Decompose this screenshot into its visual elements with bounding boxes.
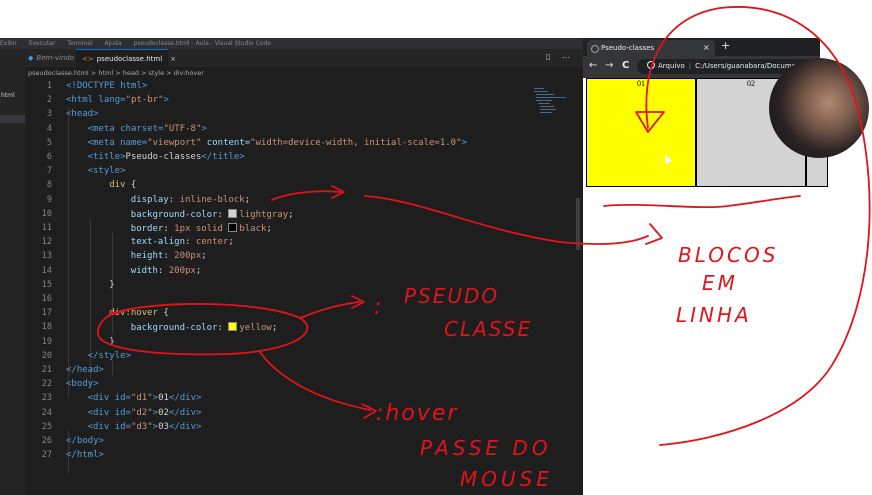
annotation-colon: :: [374, 295, 381, 320]
hover-arrowhead: [361, 403, 377, 419]
hover-curve: [259, 351, 371, 411]
blocos-arrowhead: [645, 223, 663, 245]
pseudo-arrow: [299, 301, 361, 319]
annotation-mouse: MOUSE: [460, 467, 553, 491]
annotation-hover: :hover: [376, 401, 458, 426]
hover-ellipse: [97, 303, 309, 356]
loop-arrow-stroke: [645, 6, 871, 446]
display-arrow: [271, 190, 341, 201]
annotation-pseudo: PSEUDO: [404, 284, 499, 308]
annotation-linha: LINHA: [676, 303, 752, 327]
loop-arrow-head: [635, 111, 665, 133]
annotation-em: EM: [702, 271, 738, 295]
annotation-blocos: BLOCOS: [678, 243, 778, 267]
blocos-line: [364, 195, 649, 245]
boxes-brace: [603, 195, 801, 209]
annotation-passe-do: PASSE DO: [420, 436, 552, 460]
annotation-classe: CLASSE: [444, 317, 532, 341]
ink-annotations: : PSEUDO CLASSE :hover PASSE DO MOUSE BL…: [97, 6, 871, 491]
